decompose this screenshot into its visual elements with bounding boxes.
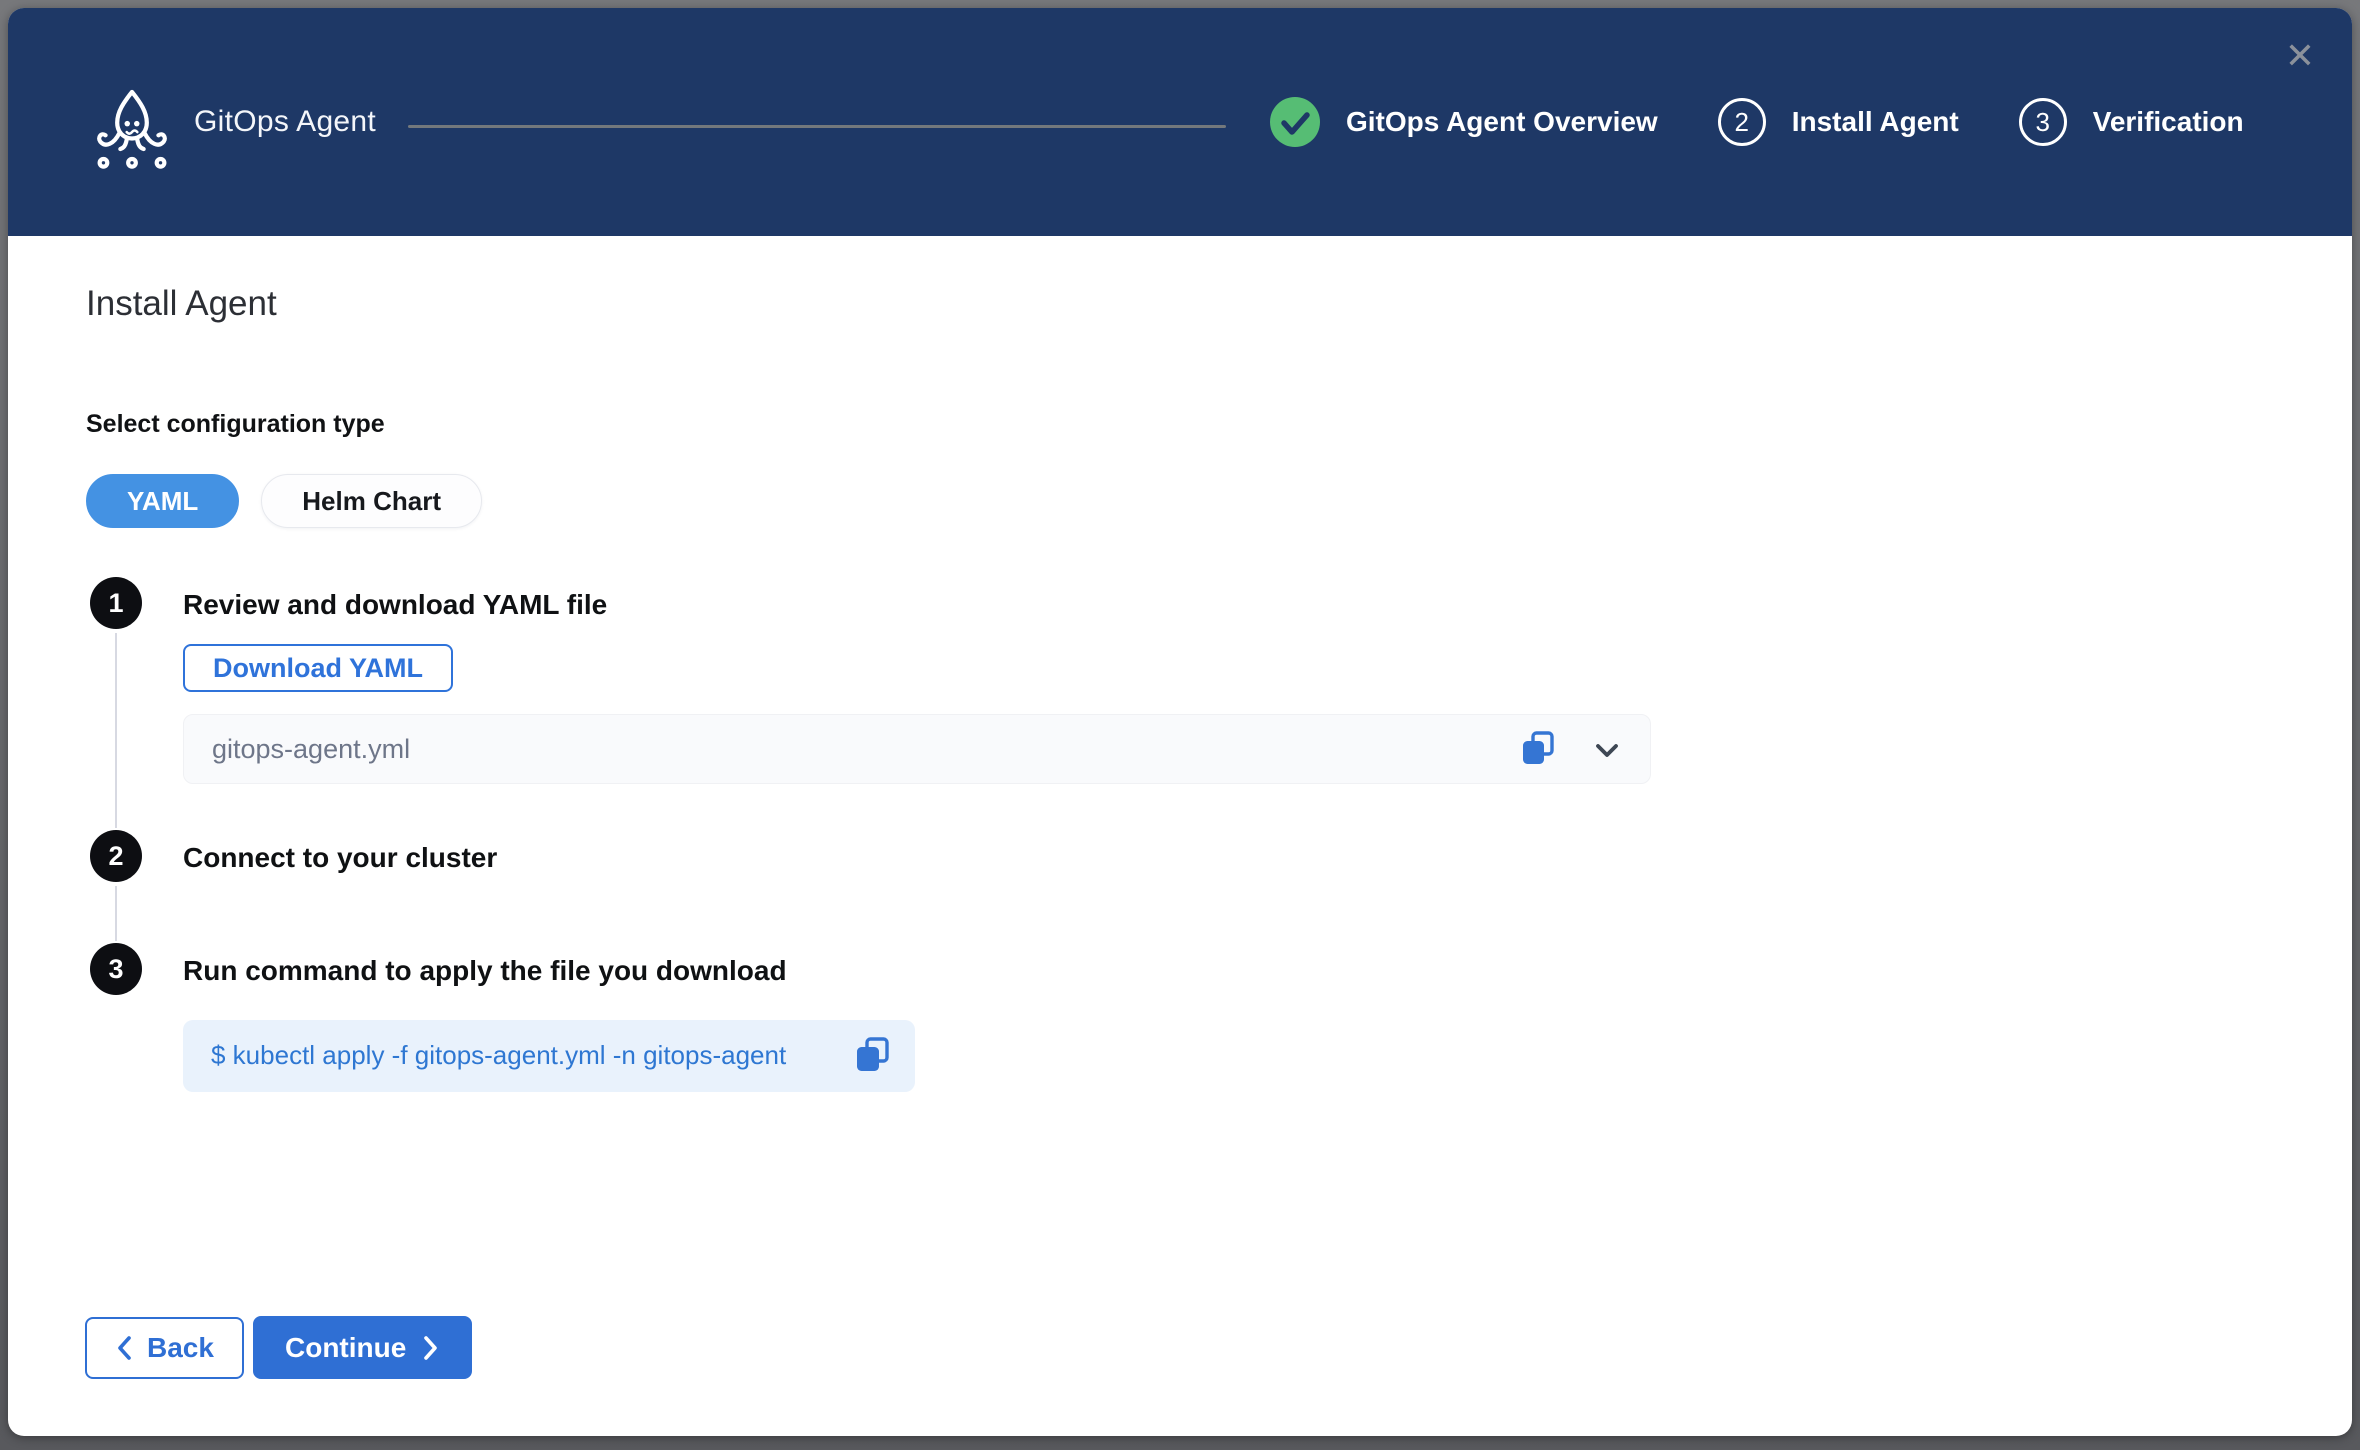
step-1-title: Review and download YAML file [183, 589, 607, 621]
step-2-title: Connect to your cluster [183, 842, 497, 874]
copy-yaml-button[interactable] [1518, 729, 1558, 769]
config-option-helm-chart[interactable]: Helm Chart [261, 474, 482, 528]
gitops-agent-wizard-modal: GitOps Agent GitOps Agent Overview 2 Ins… [8, 8, 2352, 1436]
step-1-number-badge: 1 [90, 577, 142, 629]
wizard-brand-title: GitOps Agent [194, 8, 376, 236]
copy-command-button[interactable] [851, 1035, 893, 1077]
stepper-label-verification: Verification [2093, 106, 2244, 138]
back-button[interactable]: Back [85, 1317, 244, 1379]
step-3-number-badge: 3 [90, 943, 142, 995]
config-type-toggle: YAML Helm Chart [86, 474, 482, 528]
copy-icon [1518, 729, 1558, 769]
stepper-number-3: 3 [2019, 98, 2067, 146]
chevron-down-icon [1590, 733, 1624, 767]
step-complete-check-icon [1270, 97, 1320, 147]
stepper-number-2: 2 [1718, 98, 1766, 146]
stepper-item-install-agent: 2 Install Agent [1718, 98, 1959, 146]
step-3-title: Run command to apply the file you downlo… [183, 955, 787, 987]
screen-backdrop: GitOps Agent GitOps Agent Overview 2 Ins… [0, 0, 2360, 1450]
step-2-number-badge: 2 [90, 830, 142, 882]
config-option-yaml[interactable]: YAML [86, 474, 239, 528]
kubectl-command-text: $ kubectl apply -f gitops-agent.yml -n g… [211, 1020, 786, 1090]
page-title: Install Agent [86, 284, 277, 324]
config-type-label: Select configuration type [86, 410, 385, 439]
kubectl-command-box: $ kubectl apply -f gitops-agent.yml -n g… [183, 1020, 915, 1092]
step-connector-1 [115, 633, 117, 828]
download-yaml-button[interactable]: Download YAML [183, 644, 453, 692]
gitops-squid-logo-icon [95, 88, 169, 172]
header-divider [408, 125, 1226, 128]
wizard-header: GitOps Agent GitOps Agent Overview 2 Ins… [8, 8, 2352, 236]
continue-button[interactable]: Continue [253, 1316, 472, 1379]
stepper-label-install-agent: Install Agent [1792, 106, 1959, 138]
stepper-item-overview: GitOps Agent Overview [1270, 97, 1658, 147]
close-icon[interactable]: ✕ [2276, 32, 2324, 80]
copy-icon [851, 1035, 893, 1077]
step-connector-2 [115, 886, 117, 941]
yaml-file-name: gitops-agent.yml [212, 715, 410, 783]
stepper-item-verification: 3 Verification [2019, 98, 2244, 146]
wizard-stepper: GitOps Agent Overview 2 Install Agent 3 … [1270, 8, 2244, 236]
stepper-label-overview: GitOps Agent Overview [1346, 106, 1658, 138]
chevron-left-icon [115, 1334, 133, 1362]
continue-button-label: Continue [285, 1332, 406, 1364]
chevron-right-icon [422, 1334, 440, 1362]
back-button-label: Back [147, 1332, 214, 1364]
yaml-file-row: gitops-agent.yml [183, 714, 1651, 784]
expand-yaml-button[interactable] [1590, 733, 1624, 767]
